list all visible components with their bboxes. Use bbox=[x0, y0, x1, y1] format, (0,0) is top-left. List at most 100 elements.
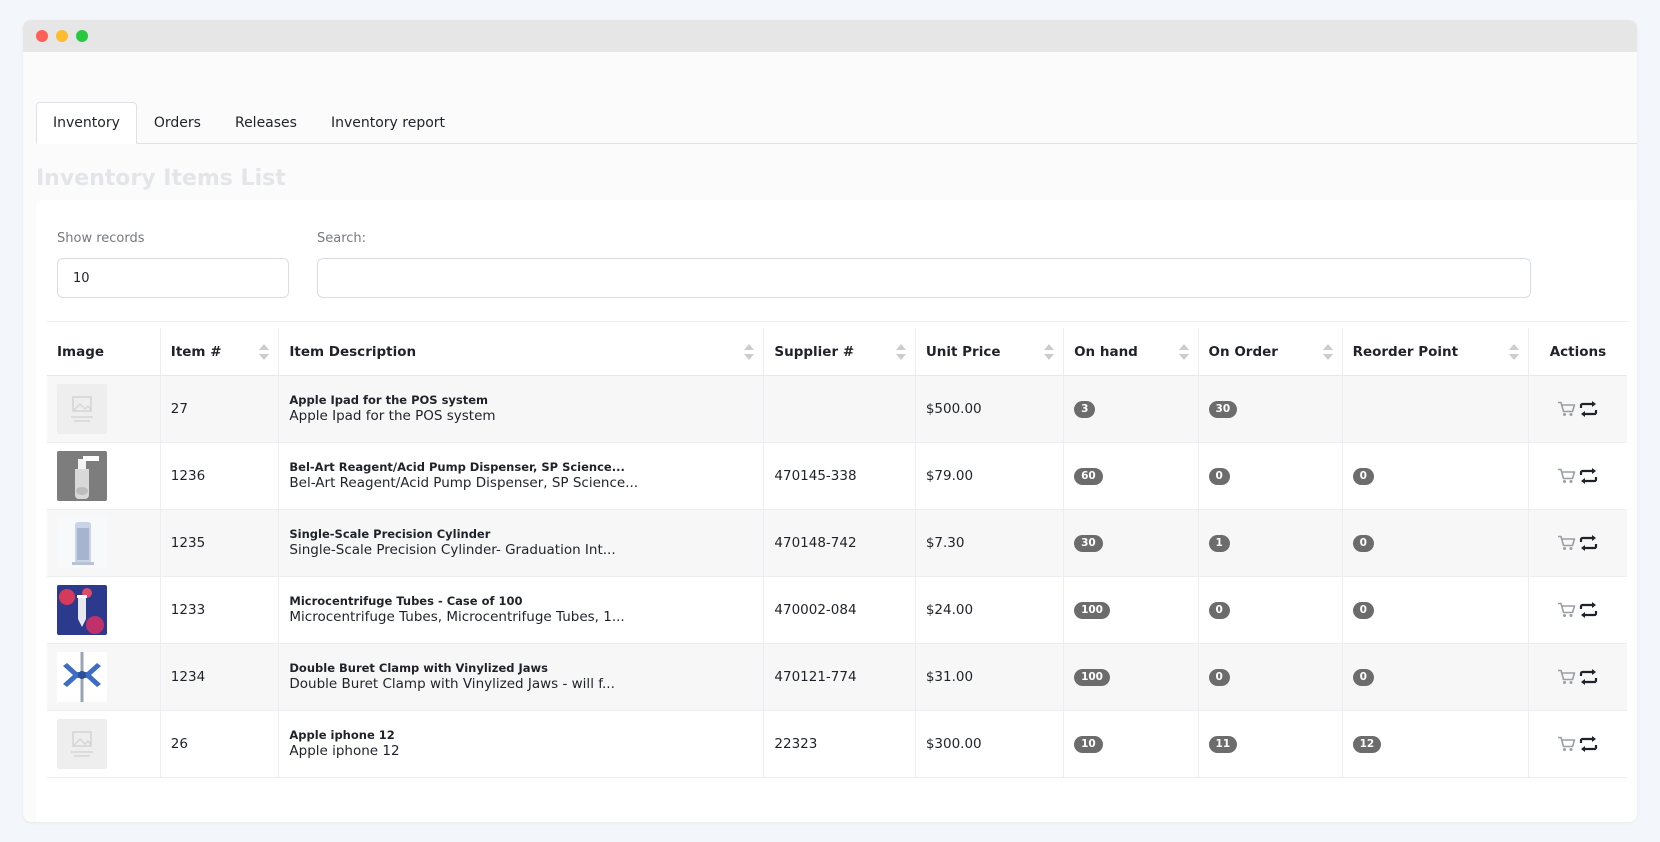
unit-price-cell: $79.00 bbox=[915, 442, 1065, 510]
reorder-point-badge: 0 bbox=[1352, 669, 1374, 686]
sort-icon[interactable] bbox=[1178, 344, 1189, 360]
transfer-icon[interactable] bbox=[1579, 669, 1598, 685]
sort-icon[interactable] bbox=[1322, 344, 1333, 360]
col-header-on-hand[interactable]: On hand bbox=[1063, 328, 1199, 376]
item-description-cell: Microcentrifuge Tubes - Case of 100 Micro… bbox=[278, 576, 765, 644]
sort-icon[interactable] bbox=[1508, 344, 1519, 360]
supplier-number-cell: 22323 bbox=[763, 710, 916, 778]
col-header-unit-price-label: Unit Price bbox=[925, 343, 1001, 360]
item-description-cell: Double Buret Clamp with Vinylized Jaws Do… bbox=[278, 643, 765, 711]
transfer-icon[interactable] bbox=[1579, 401, 1598, 417]
cart-icon[interactable] bbox=[1557, 602, 1576, 618]
show-records-input[interactable] bbox=[57, 258, 289, 298]
col-header-actions: Actions bbox=[1528, 328, 1627, 376]
actions-cell bbox=[1528, 643, 1627, 711]
on-order-cell: 1 bbox=[1198, 509, 1343, 577]
item-description: Apple iphone 12 bbox=[289, 743, 400, 759]
table-row: 1236 Bel-Art Reagent/Acid Pump Dispenser,… bbox=[47, 442, 1627, 510]
search-input[interactable] bbox=[317, 258, 1531, 298]
actions-cell bbox=[1528, 576, 1627, 644]
cart-icon[interactable] bbox=[1557, 736, 1576, 752]
page-title: Inventory Items List bbox=[36, 166, 286, 191]
reorder-point-badge: 12 bbox=[1352, 736, 1382, 753]
supplier-number-cell: 470002-084 bbox=[763, 576, 916, 644]
tab-bar: Inventory Orders Releases Inventory repo… bbox=[36, 82, 1637, 144]
on-order-badge: 0 bbox=[1208, 669, 1230, 686]
title-bar bbox=[23, 20, 1637, 52]
col-header-supplier-number[interactable]: Supplier # bbox=[763, 328, 916, 376]
on-order-badge: 0 bbox=[1208, 602, 1230, 619]
reorder-point-cell: 0 bbox=[1342, 643, 1529, 711]
on-order-cell: 11 bbox=[1198, 710, 1343, 778]
col-header-item-description[interactable]: Item Description bbox=[278, 328, 765, 376]
col-header-item-number[interactable]: Item # bbox=[160, 328, 280, 376]
table-row: 27 Apple Ipad for the POS system Apple Ipa… bbox=[47, 375, 1627, 443]
transfer-icon[interactable] bbox=[1579, 602, 1598, 618]
cart-icon[interactable] bbox=[1557, 401, 1576, 417]
tab-orders[interactable]: Orders bbox=[137, 102, 218, 144]
sort-icon[interactable] bbox=[1044, 344, 1055, 360]
sort-icon[interactable] bbox=[259, 344, 270, 360]
cart-icon[interactable] bbox=[1557, 468, 1576, 484]
sort-icon[interactable] bbox=[744, 344, 755, 360]
on-order-badge: 11 bbox=[1208, 736, 1238, 753]
transfer-icon[interactable] bbox=[1579, 736, 1598, 752]
table-header-row: Image Item # Item Description Supplier #… bbox=[47, 328, 1627, 376]
on-order-badge: 1 bbox=[1208, 535, 1230, 552]
actions-cell bbox=[1528, 442, 1627, 510]
item-description-cell: Bel-Art Reagent/Acid Pump Dispenser, SP … bbox=[278, 442, 765, 510]
on-hand-cell: 60 bbox=[1063, 442, 1199, 510]
cart-icon[interactable] bbox=[1557, 669, 1576, 685]
table-row: 1233 Microcentrifuge Tubes - Case of 100 M… bbox=[47, 576, 1627, 644]
col-header-item-description-label: Item Description bbox=[289, 343, 417, 360]
transfer-icon[interactable] bbox=[1579, 535, 1598, 551]
minimize-window-button[interactable] bbox=[56, 30, 68, 42]
tab-inventory[interactable]: Inventory bbox=[36, 102, 137, 144]
col-header-item-number-label: Item # bbox=[170, 343, 222, 360]
on-hand-badge: 3 bbox=[1074, 401, 1096, 418]
transfer-icon[interactable] bbox=[1579, 468, 1598, 484]
cart-icon[interactable] bbox=[1557, 535, 1576, 551]
on-hand-cell: 10 bbox=[1063, 710, 1199, 778]
item-image bbox=[57, 384, 107, 434]
image-cell bbox=[47, 509, 161, 577]
col-header-reorder-point[interactable]: Reorder Point bbox=[1342, 328, 1529, 376]
on-hand-cell: 3 bbox=[1063, 375, 1199, 443]
reorder-point-badge: 0 bbox=[1352, 535, 1374, 552]
item-title: Double Buret Clamp with Vinylized Jaws bbox=[289, 661, 548, 675]
image-cell bbox=[47, 710, 161, 778]
col-header-supplier-number-label: Supplier # bbox=[774, 343, 855, 360]
sort-icon[interactable] bbox=[895, 344, 906, 360]
supplier-number-cell: 470148-742 bbox=[763, 509, 916, 577]
item-title: Apple iphone 12 bbox=[289, 728, 395, 742]
on-hand-badge: 100 bbox=[1074, 602, 1110, 619]
item-number-cell: 27 bbox=[160, 375, 280, 443]
actions-cell bbox=[1528, 375, 1627, 443]
item-number-cell: 1234 bbox=[160, 643, 280, 711]
item-title: Single-Scale Precision Cylinder bbox=[289, 527, 491, 541]
maximize-window-button[interactable] bbox=[76, 30, 88, 42]
item-description: Apple Ipad for the POS system bbox=[289, 408, 496, 424]
show-records-label: Show records bbox=[57, 231, 145, 246]
close-window-button[interactable] bbox=[36, 30, 48, 42]
tab-releases[interactable]: Releases bbox=[218, 102, 314, 144]
item-description: Double Buret Clamp with Vinylized Jaws -… bbox=[289, 676, 615, 692]
reorder-point-cell: 0 bbox=[1342, 442, 1529, 510]
on-hand-cell: 100 bbox=[1063, 576, 1199, 644]
tab-inventory-report[interactable]: Inventory report bbox=[314, 102, 462, 144]
supplier-number-cell bbox=[763, 375, 916, 443]
supplier-number-cell: 470121-774 bbox=[763, 643, 916, 711]
image-cell bbox=[47, 375, 161, 443]
item-image bbox=[57, 652, 107, 702]
reorder-point-cell: 12 bbox=[1342, 710, 1529, 778]
col-header-on-order[interactable]: On Order bbox=[1198, 328, 1343, 376]
on-order-badge: 0 bbox=[1208, 468, 1230, 485]
item-image bbox=[57, 451, 107, 501]
item-number-cell: 26 bbox=[160, 710, 280, 778]
inventory-table: Image Item # Item Description Supplier #… bbox=[47, 328, 1627, 778]
app-window: Inventory Orders Releases Inventory repo… bbox=[23, 20, 1637, 822]
col-header-image: Image bbox=[47, 328, 161, 376]
col-header-unit-price[interactable]: Unit Price bbox=[915, 328, 1065, 376]
on-hand-badge: 10 bbox=[1074, 736, 1103, 753]
item-number-cell: 1236 bbox=[160, 442, 280, 510]
